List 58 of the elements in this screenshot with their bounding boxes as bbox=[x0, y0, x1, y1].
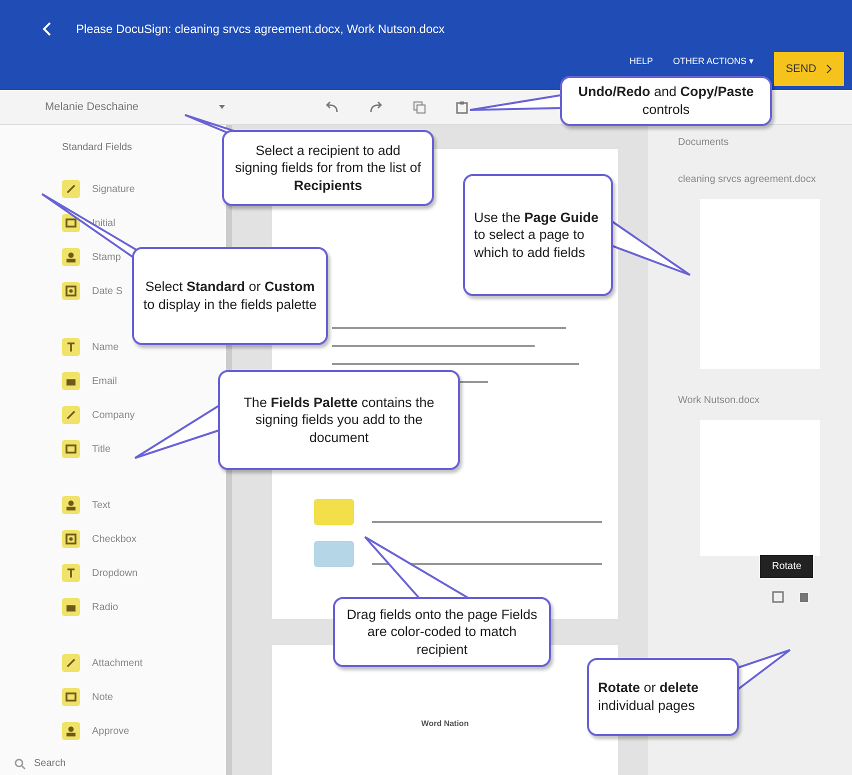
rotate-icon[interactable] bbox=[772, 591, 784, 603]
signature-field[interactable] bbox=[314, 499, 354, 525]
field-icon bbox=[62, 338, 80, 356]
recipient-dropdown[interactable]: Melanie Deschaine bbox=[40, 101, 230, 113]
palette-field[interactable]: Dropdown bbox=[62, 564, 138, 582]
delete-icon[interactable] bbox=[798, 591, 810, 603]
palette-field[interactable]: Note bbox=[62, 688, 114, 706]
field-icon bbox=[62, 440, 80, 458]
palette-field[interactable]: Company bbox=[62, 406, 135, 424]
search-field[interactable]: Search bbox=[32, 757, 116, 770]
field-icon bbox=[62, 654, 80, 672]
undo-icon[interactable] bbox=[325, 100, 339, 112]
palette-field[interactable]: Stamp bbox=[62, 248, 121, 266]
document-name[interactable]: cleaning srvcs agreement.docx bbox=[678, 174, 838, 185]
palette-field[interactable]: Date S bbox=[62, 282, 123, 300]
paste-icon[interactable] bbox=[456, 100, 468, 114]
palette-field[interactable]: Text bbox=[62, 496, 110, 514]
palette-field[interactable]: Attachment bbox=[62, 654, 143, 672]
field-icon bbox=[62, 598, 80, 616]
palette-field[interactable]: Signature bbox=[62, 180, 135, 198]
document-name[interactable]: Work Nutson.docx bbox=[678, 395, 838, 406]
palette-field[interactable]: Name bbox=[62, 338, 119, 356]
chevron-icon bbox=[826, 64, 832, 74]
palette-field[interactable]: Email bbox=[62, 372, 118, 390]
callout: Rotate or delete individual pages bbox=[587, 658, 739, 736]
header-action[interactable]: HELP bbox=[629, 56, 653, 66]
field-icon bbox=[62, 496, 80, 514]
copy-icon[interactable] bbox=[413, 100, 426, 114]
field-icon bbox=[62, 248, 80, 266]
callout: Undo/Redo and Copy/Paste controls bbox=[560, 76, 772, 126]
tooltip: Rotate bbox=[760, 555, 814, 578]
redo-icon[interactable] bbox=[369, 100, 383, 112]
palette-field[interactable]: Radio bbox=[62, 598, 118, 616]
callout: Select Standard or Custom to display in the fields palette bbox=[132, 247, 328, 345]
field-icon bbox=[62, 282, 80, 300]
palette-field[interactable]: Approve bbox=[62, 722, 130, 740]
page-thumbnail[interactable] bbox=[700, 420, 820, 556]
palette-heading: Standard Fields bbox=[61, 141, 134, 155]
callout: Use the Page Guide to select a page to which to add fields bbox=[463, 174, 613, 296]
callout-pointer bbox=[736, 649, 791, 692]
send-button[interactable]: SEND bbox=[774, 52, 844, 86]
field-icon bbox=[62, 564, 80, 582]
field-icon bbox=[62, 180, 80, 198]
palette-field[interactable]: Checkbox bbox=[62, 530, 136, 548]
field-icon bbox=[62, 530, 80, 548]
caret-icon bbox=[219, 105, 225, 109]
back-icon[interactable] bbox=[42, 22, 52, 36]
header-action[interactable]: OTHER ACTIONS ▾ bbox=[672, 56, 754, 66]
page-guide-heading: Documents bbox=[678, 137, 730, 148]
field-icon bbox=[62, 372, 80, 390]
search-icon bbox=[14, 758, 26, 770]
window-title: Please DocuSign: cleaning srvcs agreement.docx, Work Nutson.docx bbox=[76, 22, 445, 36]
field-icon bbox=[62, 688, 80, 706]
field-icon bbox=[62, 406, 80, 424]
palette-field[interactable]: Title bbox=[62, 440, 111, 458]
signature-field[interactable] bbox=[314, 541, 354, 567]
page-heading: Word Nation bbox=[421, 719, 469, 728]
field-icon bbox=[62, 722, 80, 740]
